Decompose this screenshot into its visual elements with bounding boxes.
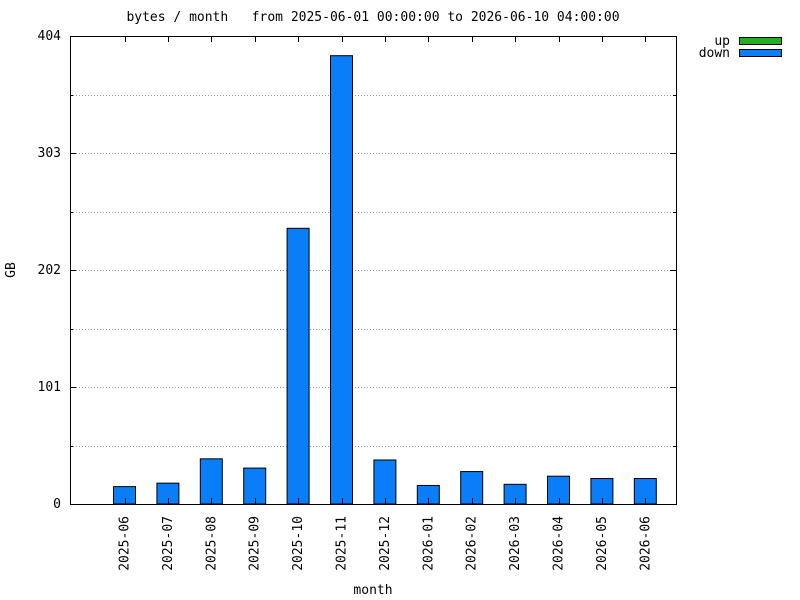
x-tick-label: 2026-05 — [595, 516, 610, 571]
y-tick-label: 101 — [38, 380, 61, 395]
y-tick-label: 404 — [38, 29, 62, 44]
legend-swatch-down — [739, 49, 782, 57]
bar-2026-04 — [547, 475, 570, 505]
y-tick-label: 202 — [38, 263, 61, 278]
legend-swatch-up — [739, 37, 782, 45]
bar-2025-09 — [243, 467, 267, 505]
bar-2026-05 — [590, 478, 614, 505]
bar-2026-02 — [460, 471, 484, 505]
x-tick-label: 2026-01 — [421, 516, 436, 571]
x-tick-label: 2026-04 — [552, 516, 567, 571]
x-tick-label: 2025-07 — [161, 516, 176, 571]
bar-2025-08 — [199, 458, 223, 505]
chart-title: bytes / month from 2025-06-01 00:00:00 t… — [126, 10, 619, 25]
x-tick-label: 2025-10 — [291, 516, 306, 571]
y-axis-label: GB — [4, 262, 19, 278]
x-tick-label: 2025-06 — [118, 516, 133, 571]
bar-2025-11 — [330, 55, 353, 505]
x-tick-label: 2025-09 — [248, 516, 263, 571]
x-tick-label: 2025-08 — [204, 516, 219, 571]
x-tick-label: 2026-06 — [638, 516, 653, 571]
bar-2025-12 — [373, 459, 397, 505]
bars — [113, 55, 657, 505]
grid — [70, 95, 676, 447]
x-tick-label: 2025-11 — [335, 516, 350, 571]
bar-2025-07 — [156, 482, 180, 505]
legend-label-down: down — [699, 46, 730, 61]
y-tick-label: 303 — [38, 146, 61, 161]
bar-2025-10 — [286, 227, 310, 505]
x-axis-label: month — [353, 583, 392, 598]
x-tick-label: 2025-12 — [378, 516, 393, 571]
bar-2025-06 — [113, 486, 136, 505]
legend: updown — [699, 34, 782, 61]
x-tick-label: 2026-03 — [508, 516, 523, 571]
bytes-per-month-chart: bytes / month from 2025-06-01 00:00:00 t… — [4, 10, 782, 598]
x-tick-label: 2026-02 — [465, 516, 480, 571]
y-tick-label: 0 — [53, 497, 61, 512]
